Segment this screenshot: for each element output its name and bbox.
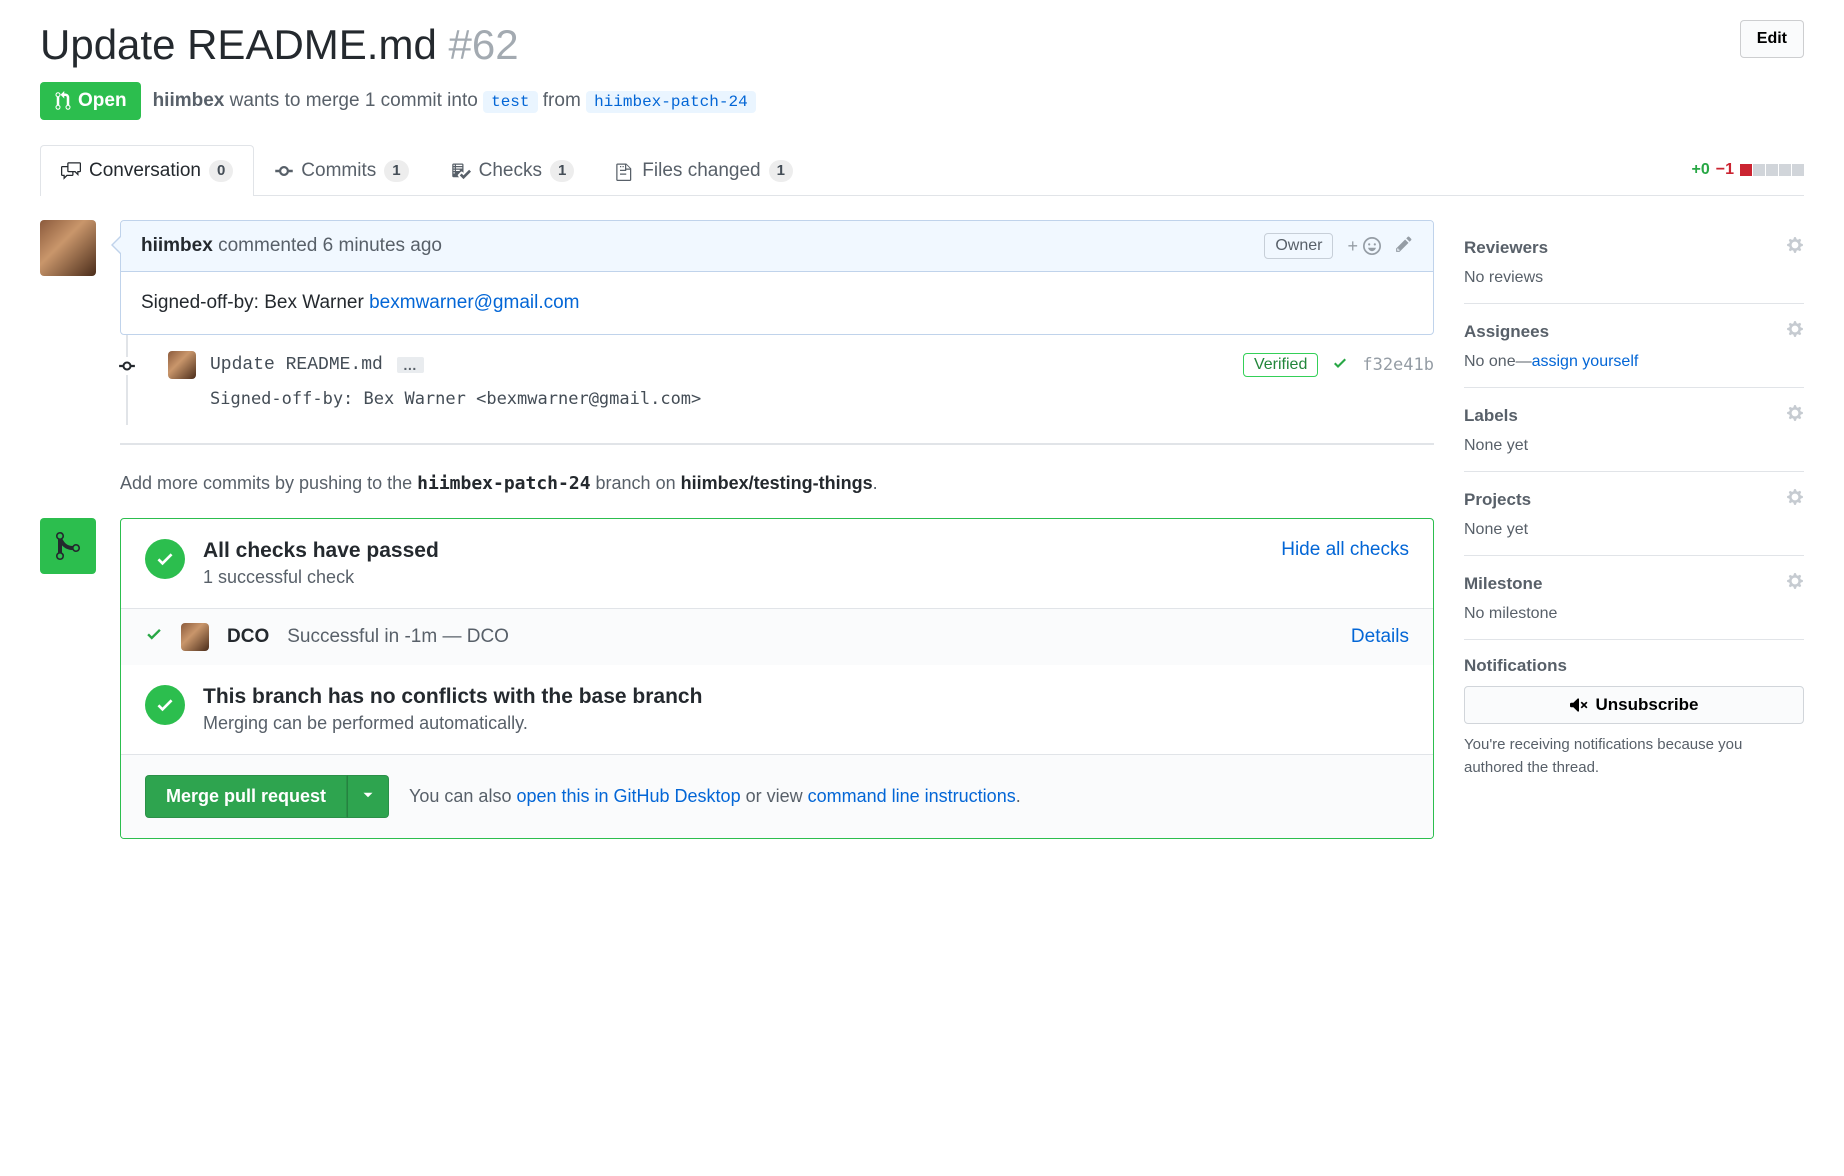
status-success-icon (145, 539, 185, 579)
merge-status-badge (40, 518, 96, 574)
mute-icon (1570, 696, 1588, 714)
sidebar-projects: Projects None yet (1464, 472, 1804, 556)
commit-sha-link[interactable]: f32e41b (1362, 355, 1434, 375)
commit-message-link[interactable]: Update README.md (210, 355, 383, 375)
check-details-link[interactable]: Details (1351, 626, 1409, 648)
checklist-icon (451, 161, 471, 181)
check-success-icon (145, 625, 163, 649)
files-count: 1 (769, 160, 793, 182)
tab-conversation[interactable]: Conversation 0 (40, 145, 254, 196)
tab-files[interactable]: Files changed 1 (595, 145, 814, 196)
comment-discussion-icon (61, 161, 81, 181)
commit-ellipsis-button[interactable]: … (397, 357, 424, 373)
edit-comment-button[interactable] (1395, 235, 1413, 258)
merge-pr-button[interactable]: Merge pull request (145, 775, 347, 818)
gear-icon[interactable] (1786, 404, 1804, 427)
check-status-text: Successful in -1m — DCO (287, 626, 509, 648)
merge-section: All checks have passed 1 successful chec… (40, 518, 1434, 839)
conflict-row: This branch has no conflicts with the ba… (121, 665, 1433, 754)
checks-subtitle: 1 successful check (203, 567, 439, 588)
sidebar-reviewers: Reviewers No reviews (1464, 220, 1804, 304)
sidebar-assignees: Assignees No one—assign yourself (1464, 304, 1804, 388)
check-item-row: DCO Successful in -1m — DCO Details (121, 608, 1433, 665)
add-reaction-button[interactable]: + (1347, 236, 1381, 257)
status-success-icon (145, 685, 185, 725)
pr-meta: Open hiimbex wants to merge 1 commit int… (40, 82, 1804, 120)
verified-badge[interactable]: Verified (1243, 353, 1318, 377)
diff-blocks (1740, 164, 1804, 176)
checks-count: 1 (550, 160, 574, 182)
status-check-icon[interactable] (1332, 355, 1348, 376)
commits-count: 1 (384, 160, 408, 182)
avatar[interactable] (40, 220, 96, 276)
state-label: Open (78, 90, 127, 112)
git-commit-icon (275, 161, 293, 181)
base-branch-pill[interactable]: test (483, 91, 537, 113)
git-merge-icon (54, 530, 82, 562)
head-branch-pill[interactable]: hiimbex-patch-24 (586, 91, 756, 113)
cli-instructions-link[interactable]: command line instructions (808, 786, 1016, 806)
checks-title: All checks have passed (203, 539, 439, 563)
merge-dropdown-button[interactable] (347, 775, 389, 818)
comment-body: Signed-off-by: Bex Warner bexmwarner@gma… (121, 272, 1433, 334)
open-desktop-link[interactable]: open this in GitHub Desktop (516, 786, 740, 806)
pr-number: #62 (448, 21, 518, 68)
diff-deletions: −1 (1716, 161, 1734, 179)
commit-author-avatar[interactable] (168, 351, 196, 379)
sidebar-notifications: Notifications Unsubscribe You're receivi… (1464, 640, 1804, 795)
commit-description: Signed-off-by: Bex Warner <bexmwarner@gm… (210, 389, 1434, 409)
check-name: DCO (227, 626, 269, 648)
merge-alt-text: You can also open this in GitHub Desktop… (409, 786, 1021, 807)
comment-timestamp[interactable]: 6 minutes ago (323, 235, 442, 256)
triangle-down-icon (362, 789, 374, 801)
diffstat: +0 −1 (1692, 161, 1805, 179)
unsubscribe-button[interactable]: Unsubscribe (1464, 686, 1804, 724)
conflict-title: This branch has no conflicts with the ba… (203, 685, 702, 709)
email-link[interactable]: bexmwarner@gmail.com (369, 292, 579, 313)
merge-actions-row: Merge pull request You can also open thi… (121, 754, 1433, 838)
pr-title-text: Update README.md (40, 21, 437, 68)
comment-header: hiimbex commented 6 minutes ago Owner + (121, 221, 1433, 272)
notifications-note: You're receiving notifications because y… (1464, 734, 1804, 779)
gear-icon[interactable] (1786, 320, 1804, 343)
edit-button[interactable]: Edit (1740, 20, 1804, 58)
gear-icon[interactable] (1786, 572, 1804, 595)
assign-yourself-link[interactable]: assign yourself (1532, 353, 1639, 370)
sidebar-labels: Labels None yet (1464, 388, 1804, 472)
merge-description: hiimbex wants to merge 1 commit into tes… (153, 90, 756, 113)
tab-commits[interactable]: Commits 1 (254, 145, 429, 196)
sidebar-milestone: Milestone No milestone (1464, 556, 1804, 640)
file-diff-icon (616, 161, 634, 181)
pr-tabnav: Conversation 0 Commits 1 Checks 1 Files … (40, 144, 1804, 196)
pr-header: Update README.md #62 Edit (40, 20, 1804, 70)
checks-summary-row: All checks have passed 1 successful chec… (121, 519, 1433, 608)
gear-icon[interactable] (1786, 236, 1804, 259)
owner-badge: Owner (1264, 233, 1333, 259)
sidebar: Reviewers No reviews Assignees No one—as… (1464, 220, 1804, 795)
pr-description-comment: hiimbex commented 6 minutes ago Owner + … (40, 220, 1434, 335)
git-pull-request-icon (54, 91, 72, 111)
gear-icon[interactable] (1786, 488, 1804, 511)
comment-author-link[interactable]: hiimbex (141, 235, 213, 256)
pr-title: Update README.md #62 (40, 20, 519, 70)
timeline-commit: Update README.md … Verified f32e41b Sign… (120, 335, 1434, 425)
push-hint: Add more commits by pushing to the hiimb… (120, 445, 1434, 518)
author-link[interactable]: hiimbex (153, 90, 225, 111)
state-badge-open: Open (40, 82, 141, 120)
conversation-count: 0 (209, 160, 233, 182)
check-app-avatar[interactable] (181, 623, 209, 651)
diff-additions: +0 (1692, 161, 1710, 179)
hide-checks-link[interactable]: Hide all checks (1281, 539, 1409, 561)
commit-marker-icon (118, 357, 136, 375)
tab-checks[interactable]: Checks 1 (430, 145, 596, 196)
conflict-subtitle: Merging can be performed automatically. (203, 713, 702, 734)
